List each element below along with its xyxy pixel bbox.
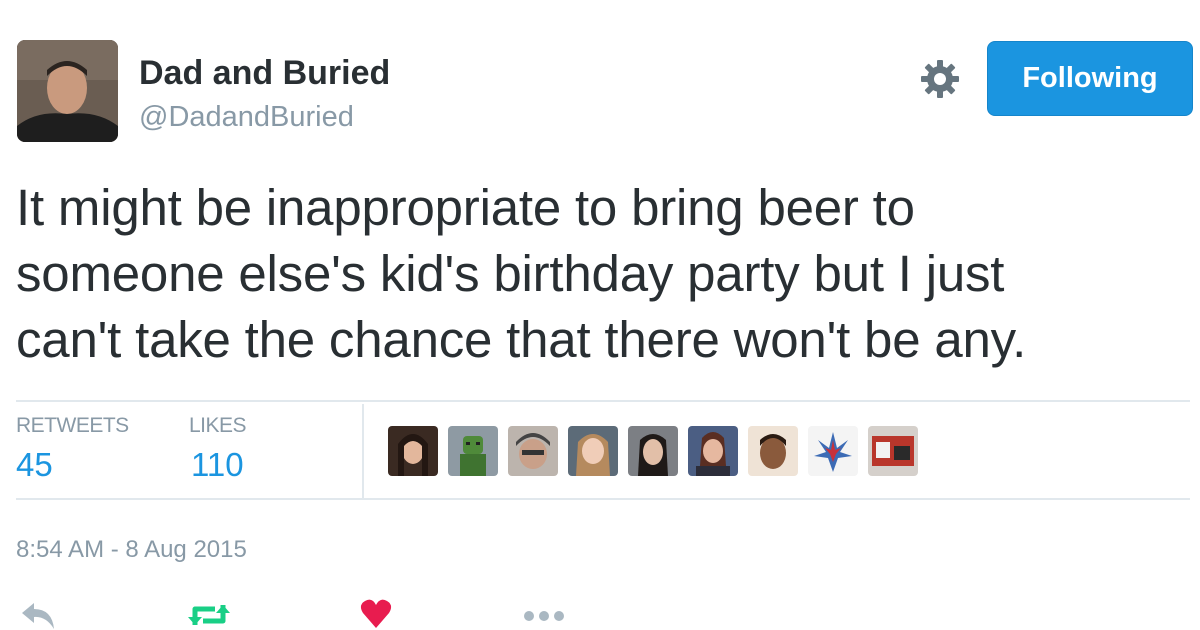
liker-avatar-5[interactable] [628, 426, 678, 476]
tweet-text-line: can't take the chance that there won't b… [16, 311, 1027, 368]
liker-avatar-8[interactable] [808, 426, 858, 476]
liker-avatar-2[interactable] [448, 426, 498, 476]
retweets-count[interactable]: 45 [16, 446, 53, 484]
liker-avatar-6[interactable] [688, 426, 738, 476]
reply-icon[interactable] [20, 595, 56, 630]
retweets-label: RETWEETS [16, 414, 129, 437]
tweet-text: It might be inappropriate to bring beer … [16, 175, 1186, 373]
divider [16, 400, 1190, 402]
tweet-text-line: It might be inappropriate to bring beer … [16, 179, 915, 236]
retweet-icon[interactable] [187, 595, 231, 630]
liker-avatar-4[interactable] [568, 426, 618, 476]
tweet-timestamp[interactable]: 8:54 AM - 8 Aug 2015 [16, 536, 247, 564]
gear-icon[interactable] [918, 57, 962, 101]
more-icon[interactable] [522, 608, 566, 624]
liker-avatar-1[interactable] [388, 426, 438, 476]
liker-avatar-3[interactable] [508, 426, 558, 476]
likes-label: LIKES [189, 414, 247, 437]
avatar[interactable] [17, 40, 118, 142]
liker-avatar-7[interactable] [748, 426, 798, 476]
likes-count[interactable]: 110 [191, 446, 244, 484]
liker-avatars [388, 426, 918, 476]
user-handle[interactable]: @DadandBuried [139, 101, 354, 134]
liker-avatar-9[interactable] [868, 426, 918, 476]
following-button[interactable]: Following [987, 41, 1193, 116]
profile-photo [17, 40, 118, 142]
heart-icon[interactable] [360, 595, 392, 630]
display-name[interactable]: Dad and Buried [139, 54, 390, 93]
tweet-text-line: someone else's kid's birthday party but … [16, 245, 1005, 302]
stats-separator [362, 404, 364, 499]
divider [16, 498, 1190, 500]
